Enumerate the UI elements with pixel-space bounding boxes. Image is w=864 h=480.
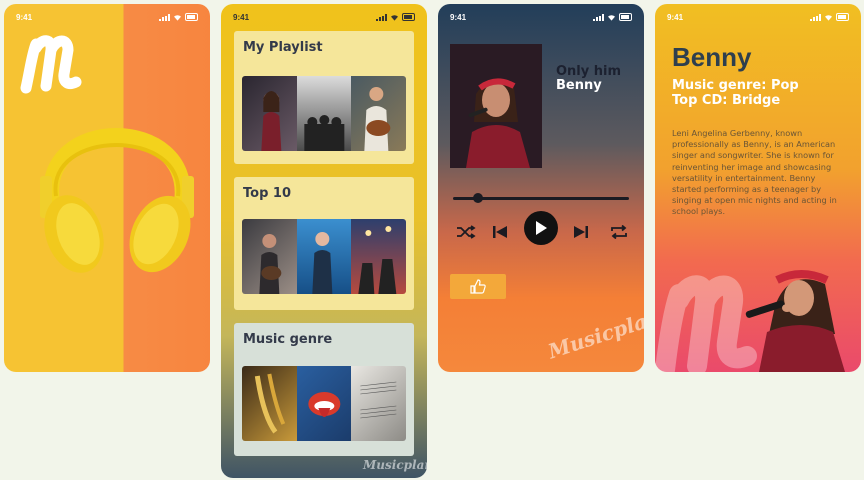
battery-icon: [402, 13, 415, 21]
thumbnail-singer[interactable]: [242, 76, 297, 151]
cellular-signal-icon: [810, 13, 821, 21]
previous-button[interactable]: [484, 216, 516, 248]
battery-icon: [619, 13, 632, 21]
artist-top-cd: Top CD: Bridge: [672, 93, 781, 108]
wifi-icon: [825, 14, 832, 21]
genre-thumbnails[interactable]: [242, 366, 406, 441]
like-button[interactable]: [450, 274, 506, 299]
splash-screen: 9:41: [4, 4, 210, 372]
previous-icon: [493, 226, 507, 238]
cellular-signal-icon: [593, 13, 604, 21]
song-title: Only him: [556, 64, 622, 79]
top-10-card[interactable]: Top 10: [234, 177, 414, 310]
musicplan-watermark: Musicplan: [363, 458, 427, 472]
artist-bio: Leni Angelina Gerbenny, known profession…: [672, 128, 837, 217]
shuffle-icon: [457, 225, 476, 239]
wifi-icon: [608, 14, 615, 21]
wifi-icon: [174, 14, 181, 21]
thumbnail-band[interactable]: [351, 219, 406, 294]
artist-genre: Music genre: Pop: [672, 78, 799, 93]
song-artist: Benny: [556, 78, 602, 93]
playlist-thumbnails[interactable]: [242, 76, 406, 151]
thumbnail-guitar-singer[interactable]: [242, 219, 297, 294]
thumbnail-rock-lips[interactable]: [296, 366, 352, 441]
headphones-image: [40, 128, 194, 273]
status-bar: 9:41: [667, 11, 849, 23]
thumbnail-stage-blue[interactable]: [296, 219, 352, 294]
card-title: Top 10: [243, 186, 291, 201]
battery-icon: [836, 13, 849, 21]
thumbnail-guitarist[interactable]: [351, 76, 406, 151]
status-time: 9:41: [16, 12, 33, 22]
status-bar: 9:41: [233, 11, 415, 23]
next-icon: [574, 226, 588, 238]
top10-thumbnails[interactable]: [242, 219, 406, 294]
shuffle-button[interactable]: [450, 216, 482, 248]
battery-icon: [185, 13, 198, 21]
browse-screen: 9:41 My Playlist Top 10 Music genre Musi…: [221, 4, 427, 478]
thumbnail-saxophones[interactable]: [242, 366, 297, 441]
wifi-icon: [391, 14, 398, 21]
status-bar: 9:41: [450, 11, 632, 23]
thumbnail-crowd[interactable]: [296, 76, 352, 151]
repeat-button[interactable]: [603, 216, 635, 248]
my-playlist-card[interactable]: My Playlist: [234, 31, 414, 164]
play-icon: [536, 221, 547, 235]
card-title: Music genre: [243, 332, 333, 347]
play-button[interactable]: [524, 211, 558, 245]
repeat-icon: [611, 225, 627, 239]
album-art: [450, 44, 542, 168]
status-time: 9:41: [667, 12, 684, 22]
artist-screen: 9:41 Benny Music genre: Pop Top CD: Brid…: [655, 4, 861, 372]
next-button[interactable]: [565, 216, 597, 248]
cellular-signal-icon: [376, 13, 387, 21]
status-time: 9:41: [233, 12, 250, 22]
thumbs-up-icon: [470, 279, 486, 294]
artist-photo: [745, 270, 845, 372]
musicplan-watermark: Musicplan: [545, 304, 644, 364]
music-genre-card[interactable]: Music genre: [234, 323, 414, 456]
status-time: 9:41: [450, 12, 467, 22]
artist-name: Benny: [672, 42, 752, 72]
thumbnail-sheet-music[interactable]: [351, 366, 406, 441]
progress-knob[interactable]: [472, 193, 483, 203]
cellular-signal-icon: [159, 13, 170, 21]
card-title: My Playlist: [243, 40, 323, 55]
status-bar: 9:41: [16, 11, 198, 23]
player-screen: 9:41 Only him Benny Musicplan: [438, 4, 644, 372]
